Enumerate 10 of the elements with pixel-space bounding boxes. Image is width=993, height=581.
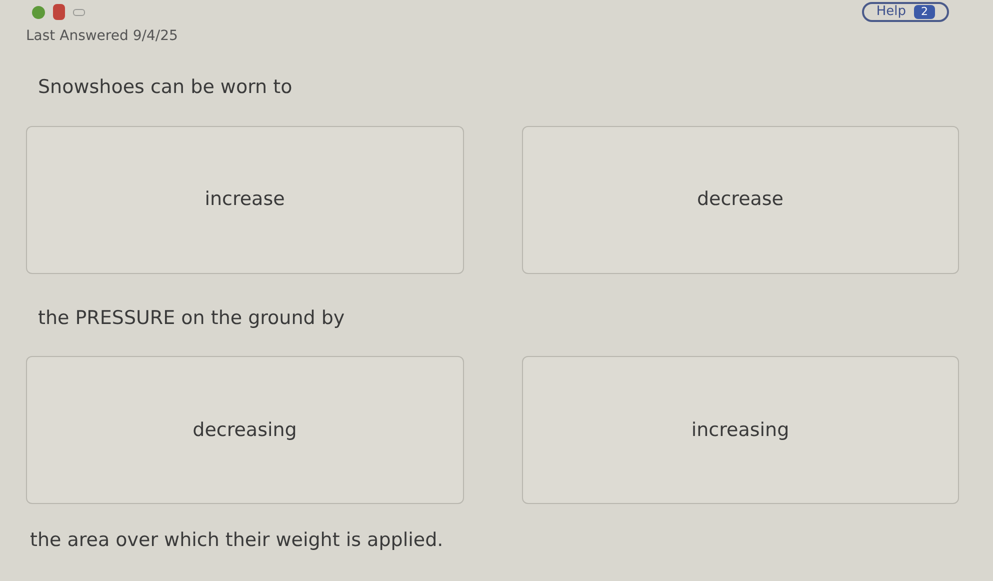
- answer-option[interactable]: increase: [26, 126, 464, 274]
- answer-option[interactable]: decreasing: [26, 356, 464, 504]
- help-button[interactable]: Help 2: [862, 2, 949, 22]
- count-badge: 2: [914, 5, 935, 19]
- last-answered-text: Last Answered 9/4/25: [26, 27, 179, 46]
- answer-option[interactable]: increasing: [522, 356, 959, 504]
- question-text: the PRESSURE on the ground by: [37, 306, 346, 330]
- answer-option[interactable]: decrease: [522, 126, 959, 274]
- question-text: the area over which their weight is applied.: [29, 528, 444, 553]
- question-text: Snowshoes can be worn to: [37, 75, 294, 100]
